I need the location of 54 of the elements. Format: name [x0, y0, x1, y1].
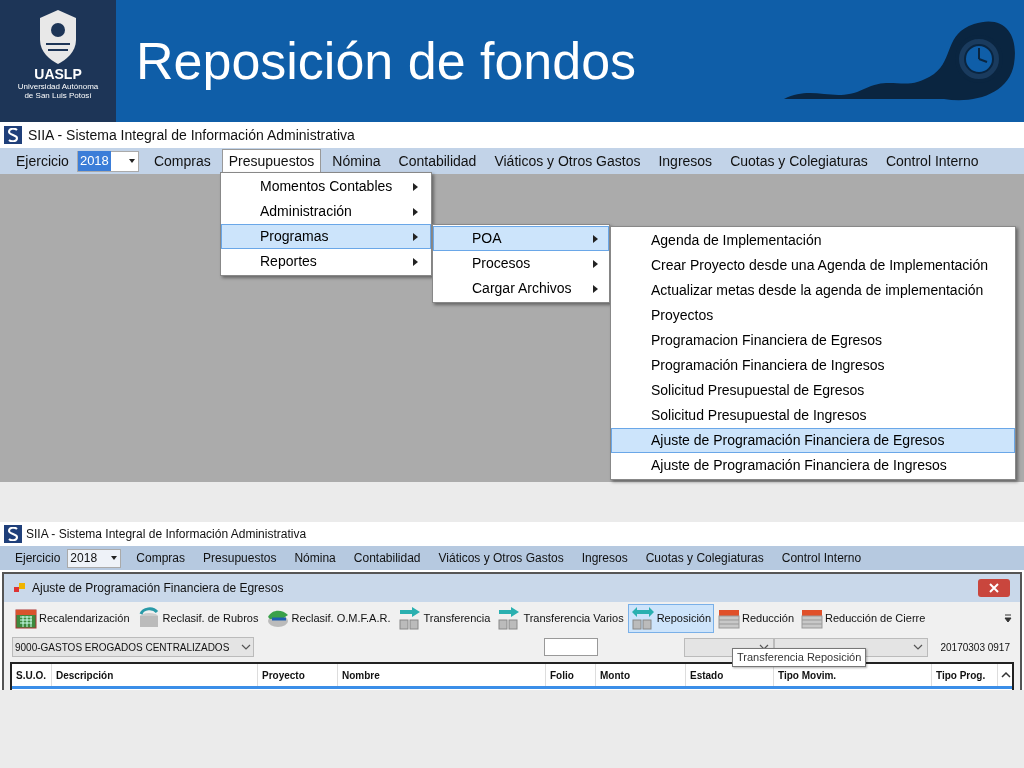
window-title: Ajuste de Programación Financiera de Egresos	[32, 580, 285, 597]
toolbar-button[interactable]: Recalendarización	[12, 603, 133, 633]
menu-item[interactable]: Ingresos	[649, 149, 722, 173]
menu-item[interactable]: Compras	[144, 149, 220, 173]
submenu-item[interactable]: Momentos Contables	[221, 174, 431, 199]
year-label: Ejercicio	[15, 151, 70, 171]
menu-item[interactable]: Control Interno	[876, 149, 988, 173]
submenu-item[interactable]: Administración	[221, 199, 431, 224]
submenu-item[interactable]: Programas	[221, 224, 431, 249]
menu-item[interactable]: Cuotas y Colegiaturas	[721, 149, 877, 173]
logo-caption: Universidad Autónoma	[17, 82, 99, 91]
menu-item[interactable]: Viáticos y Otros Gastos	[485, 149, 650, 173]
app-title: SIIA - Sistema Integral de Información Administrativa	[28, 125, 355, 145]
submenu-item[interactable]: POA	[433, 226, 609, 251]
year-dropdown[interactable]: 2018	[76, 150, 139, 172]
year-label: Ejercicio	[14, 550, 62, 567]
toolbar-button[interactable]: Reclasif. O.M.F.A.R.	[262, 603, 394, 633]
menu-item[interactable]: Cuotas y Colegiaturas	[636, 549, 773, 567]
menu-item[interactable]: Control Interno	[772, 549, 871, 567]
date-code: 20170303 0917	[940, 640, 1011, 655]
tooltip: Transferencia Reposición	[732, 648, 867, 667]
logo-acronym: UASLP	[34, 66, 82, 82]
submenu-item[interactable]: Ajuste de Programación Financiera de Ingresos	[611, 453, 1015, 478]
menu-item[interactable]: Presupuestos	[221, 149, 322, 173]
submenu-item[interactable]: Crear Proyecto desde una Agenda de Implementación	[611, 253, 1015, 278]
menu-item[interactable]: Nómina	[323, 149, 390, 173]
submenu-item[interactable]: Solicitud Presupuestal de Egresos	[611, 378, 1015, 403]
submenu-item[interactable]: Actualizar metas desde la agenda de implementación	[611, 278, 1015, 303]
menu-item[interactable]: Presupuestos	[194, 549, 286, 567]
submenu-item[interactable]: Solicitud Presupuestal de Ingresos	[611, 403, 1015, 428]
submenu-item[interactable]: Ajuste de Programación Financiera de Egresos	[611, 428, 1015, 453]
logo-caption: de San Luis Potosí	[24, 91, 92, 100]
toolbar-button[interactable]: Reposición	[627, 603, 715, 633]
submenu-item[interactable]: Programacion Financiera de Egresos	[611, 328, 1015, 353]
submenu-item[interactable]: Cargar Archivos	[433, 276, 609, 301]
toolbar-button[interactable]: Reclasif. de Rubros	[133, 603, 262, 633]
toolbar-button[interactable]: Transferencia Varios	[494, 603, 627, 633]
menu-item[interactable]: Viáticos y Otros Gastos	[429, 549, 573, 567]
submenu-item[interactable]: Reportes	[221, 249, 431, 274]
menu-item[interactable]: Contabilidad	[389, 149, 486, 173]
toolbar-button[interactable]: Reducción	[715, 603, 798, 633]
submenu-item[interactable]: Proyectos	[611, 303, 1015, 328]
submenu-item[interactable]: Agenda de Implementación	[611, 228, 1015, 253]
menu-item[interactable]: Ingresos	[572, 549, 637, 567]
year-dropdown[interactable]: 2018	[67, 548, 122, 568]
submenu-item[interactable]: Programación Financiera de Ingresos	[611, 353, 1015, 378]
menu-item[interactable]: Nómina	[285, 549, 345, 567]
toolbar-button[interactable]: Reducción de Cierre	[798, 603, 929, 633]
app-title: SIIA - Sistema Integral de Información Administrativa	[26, 526, 307, 543]
filter-dropdown[interactable]: 9000-GASTOS EROGADOS CENTRALIZADOS	[12, 637, 254, 657]
menu-item[interactable]: Compras	[127, 549, 195, 567]
submenu-item[interactable]: Procesos	[433, 251, 609, 276]
toolbar-button[interactable]: Transferencia	[394, 603, 494, 633]
menu-item[interactable]: Contabilidad	[344, 549, 430, 567]
